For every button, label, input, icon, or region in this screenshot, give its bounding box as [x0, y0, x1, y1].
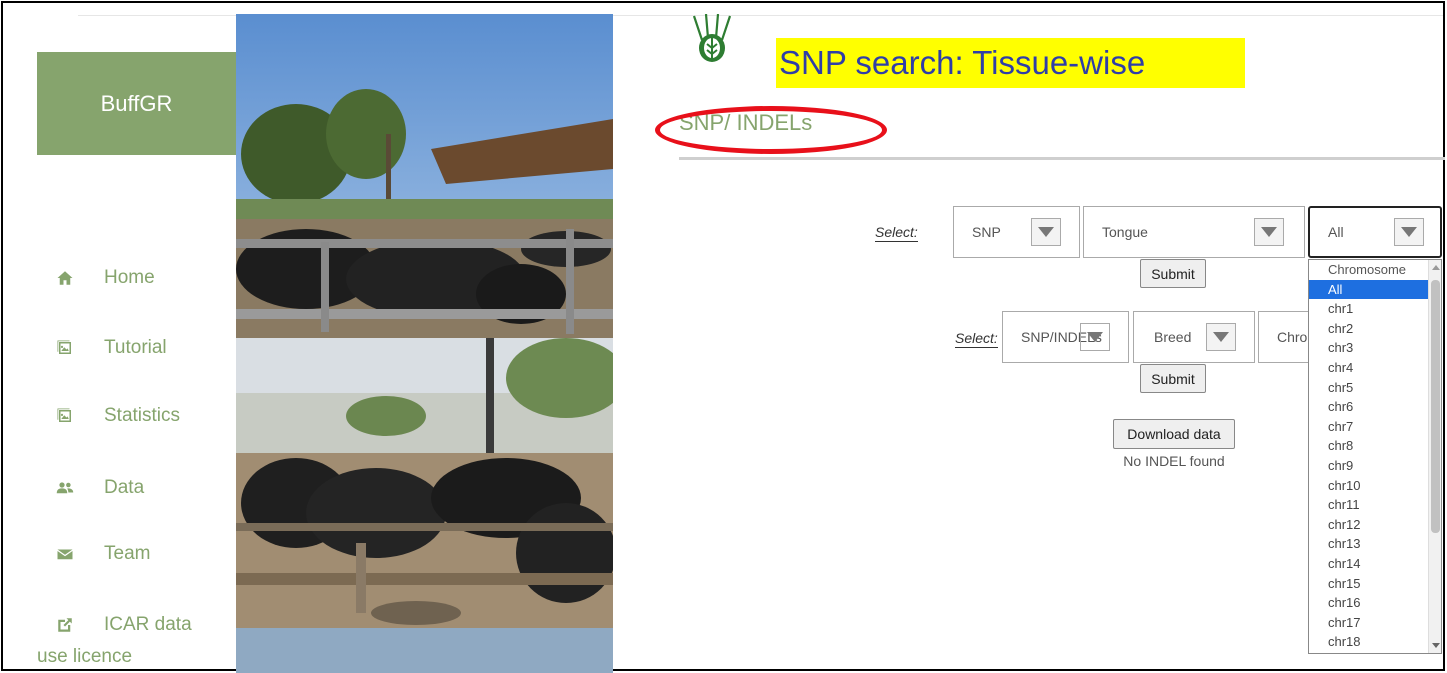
dropdown-option[interactable]: chr11: [1309, 495, 1430, 515]
scroll-down-icon[interactable]: [1432, 643, 1440, 648]
image-icon: [54, 405, 76, 427]
type-select-value: SNP: [972, 224, 1001, 240]
nav-tutorial[interactable]: Tutorial: [54, 337, 167, 359]
chromosome-dropdown-list[interactable]: Chromosome All chr1 chr2 chr3 chr4 chr5 chr6 chr…: [1308, 259, 1442, 654]
nav-statistics[interactable]: Statistics: [54, 405, 180, 427]
dropdown-option[interactable]: chr6: [1309, 397, 1430, 417]
submit-button[interactable]: Submit: [1140, 259, 1206, 288]
icar-logo: [688, 13, 736, 84]
dropdown-option[interactable]: chr16: [1309, 593, 1430, 613]
chevron-down-icon: [1080, 323, 1110, 351]
buffalo-photo-bottom: [236, 338, 613, 628]
dropdown-option[interactable]: chr18: [1309, 632, 1430, 652]
chromosome-select[interactable]: All: [1308, 206, 1442, 258]
nav-data[interactable]: Data: [54, 477, 144, 499]
dropdown-option[interactable]: chr7: [1309, 417, 1430, 437]
chromosome-select-2-value: Chro: [1277, 329, 1308, 345]
dropdown-option[interactable]: chr9: [1309, 456, 1430, 476]
chromosome-select-value: All: [1328, 224, 1344, 240]
breed-select[interactable]: Breed: [1133, 311, 1255, 363]
chevron-down-icon: [1031, 218, 1061, 246]
chevron-down-icon: [1254, 218, 1284, 246]
variant-type-select[interactable]: SNP/INDELs: [1002, 311, 1129, 363]
section-divider: [679, 157, 1445, 160]
nav-icar-data-label: ICAR data: [104, 614, 192, 635]
scroll-thumb[interactable]: [1431, 280, 1440, 533]
dropdown-option[interactable]: All: [1309, 279, 1430, 300]
dropdown-placeholder-option[interactable]: Chromosome: [1309, 260, 1430, 280]
nav-icar-data[interactable]: ICAR data: [54, 614, 192, 636]
image-icon: [54, 337, 76, 359]
nav-home-label: Home: [104, 267, 155, 288]
type-select[interactable]: SNP: [953, 206, 1080, 258]
dropdown-options: Chromosome All chr1 chr2 chr3 chr4 chr5 chr6 chr…: [1309, 260, 1430, 652]
dropdown-option[interactable]: chr14: [1309, 554, 1430, 574]
nav-team[interactable]: Team: [54, 543, 150, 565]
chevron-down-icon: [1394, 218, 1424, 246]
external-link-icon: [54, 614, 76, 636]
tissue-select[interactable]: Tongue: [1083, 206, 1305, 258]
dropdown-option[interactable]: chr13: [1309, 534, 1430, 554]
photo-column: [236, 14, 613, 673]
nav-data-label: Data: [104, 477, 145, 498]
dropdown-option[interactable]: chr1: [1309, 299, 1430, 319]
brand-logo[interactable]: BuffGR: [37, 52, 236, 155]
dropdown-option[interactable]: chr10: [1309, 476, 1430, 496]
chevron-down-icon: [1206, 323, 1236, 351]
page-highlight-title: SNP search: Tissue-wise: [776, 38, 1245, 88]
envelope-icon: [54, 543, 76, 565]
brand-name: BuffGR: [100, 90, 173, 116]
nav-home[interactable]: Home: [54, 267, 155, 289]
licence-label[interactable]: use licence: [37, 646, 132, 668]
annotation-circle: [655, 106, 887, 154]
dropdown-option[interactable]: chr4: [1309, 358, 1430, 378]
dropdown-option[interactable]: chr5: [1309, 378, 1430, 398]
result-status: No INDEL found: [1123, 453, 1225, 469]
home-icon: [54, 267, 76, 289]
download-data-button[interactable]: Download data: [1113, 419, 1235, 449]
users-icon: [54, 477, 76, 499]
dropdown-scrollbar[interactable]: [1428, 260, 1441, 653]
nav-tutorial-label: Tutorial: [104, 337, 167, 358]
select-label: Select:: [955, 330, 998, 348]
nav-statistics-label: Statistics: [104, 405, 181, 426]
dropdown-option[interactable]: chr2: [1309, 319, 1430, 339]
submit-button[interactable]: Submit: [1140, 364, 1206, 393]
dropdown-option[interactable]: chr17: [1309, 613, 1430, 633]
dropdown-option[interactable]: chr15: [1309, 574, 1430, 594]
breed-select-value: Breed: [1154, 329, 1192, 345]
select-label: Select:: [875, 224, 918, 242]
tissue-select-value: Tongue: [1102, 224, 1148, 240]
dropdown-option[interactable]: chr3: [1309, 338, 1430, 358]
scroll-up-icon[interactable]: [1432, 265, 1440, 270]
dropdown-option[interactable]: chr8: [1309, 436, 1430, 456]
buffalo-photo-top: [236, 14, 613, 338]
nav-team-label: Team: [104, 543, 151, 564]
dropdown-option[interactable]: chr12: [1309, 515, 1430, 535]
